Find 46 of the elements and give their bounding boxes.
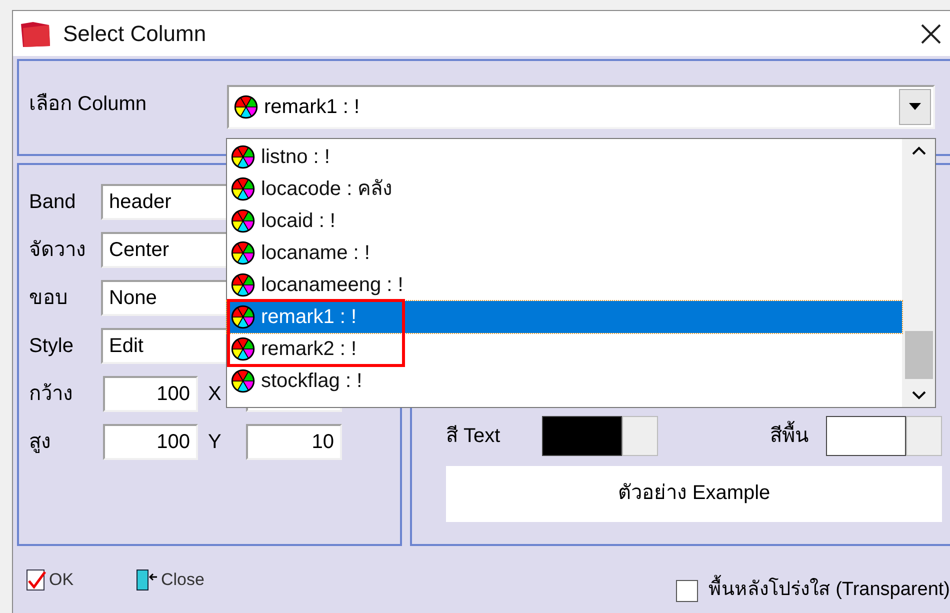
field-label: จัดวาง — [29, 238, 87, 263]
field-label: Y — [207, 430, 222, 455]
caret-icon — [909, 103, 921, 111]
field-label: Style — [29, 334, 74, 359]
column-icon — [229, 304, 257, 330]
scrollbar-thumb[interactable] — [904, 331, 932, 379]
text-field[interactable]: 100 — [103, 376, 198, 412]
close-icon — [920, 22, 942, 44]
column-label: เลือก Column — [29, 92, 148, 117]
column-icon — [229, 144, 257, 170]
folder-icon — [19, 20, 53, 48]
preview-box: ตัวอย่าง Example — [446, 466, 942, 522]
checkbox-label: พื้นหลังโปร่งใส (Transparent) — [708, 576, 950, 605]
column-icon — [229, 368, 257, 394]
scrollbar[interactable] — [902, 139, 935, 407]
dropdown-item[interactable]: remark1 : ! — [227, 301, 902, 333]
column-icon — [229, 208, 257, 234]
column-icon — [229, 336, 257, 362]
transparent-checkbox[interactable] — [676, 580, 698, 602]
field-label: X — [207, 382, 222, 407]
close-button[interactable]: Close — [135, 566, 235, 592]
checklist-icon — [25, 568, 47, 592]
door-icon — [135, 568, 159, 592]
dropdown-item[interactable]: stockflag : ! — [227, 365, 902, 397]
dropdown-value: remark1 : ! — [264, 95, 361, 120]
column-icon — [232, 94, 260, 120]
background-color-label: สีพื้น — [770, 421, 826, 451]
scroll-up-icon[interactable] — [912, 145, 926, 155]
scroll-down-icon[interactable] — [912, 391, 926, 401]
column-icon — [229, 176, 257, 202]
column-icon — [229, 240, 257, 266]
text-field[interactable]: 10 — [246, 424, 342, 460]
field-label: กว้าง — [29, 382, 74, 407]
field-label: Band — [29, 190, 77, 215]
field-label: สูง — [29, 430, 52, 455]
text-field[interactable]: 100 — [103, 424, 198, 460]
column-dropdown[interactable]: remark1 : ! — [227, 85, 935, 129]
text-color-label: สี Text — [446, 424, 502, 449]
color-picker-button[interactable] — [622, 416, 658, 456]
color-picker-button[interactable] — [906, 416, 942, 456]
dropdown-arrow-button[interactable] — [899, 89, 931, 125]
window-title: Select Column — [63, 20, 208, 48]
ok-button[interactable]: OK — [25, 566, 135, 592]
dropdown-item[interactable]: listno : ! — [227, 141, 902, 173]
column-icon — [229, 272, 257, 298]
field-label: ขอบ — [29, 286, 69, 311]
